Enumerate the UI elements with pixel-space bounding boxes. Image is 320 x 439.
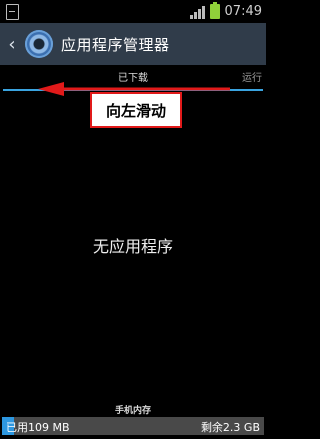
swipe-hint-text: 向左滑动 xyxy=(105,101,166,120)
storage-free-text: 剩余2.3 GB xyxy=(200,421,260,434)
storage-bar: 已用109 MB 剩余2.3 GB xyxy=(2,417,264,435)
status-bar-right: 07:49 xyxy=(189,2,262,21)
gear-icon[interactable] xyxy=(25,30,53,58)
signal-icon xyxy=(189,5,206,19)
action-bar: ‹ 应用程序管理器 xyxy=(0,23,266,65)
storage-label: 手机内存 xyxy=(114,406,151,416)
status-time: 07:49 xyxy=(224,4,262,19)
sd-card-icon xyxy=(6,4,19,20)
empty-message: 无应用程序 xyxy=(92,237,173,256)
swipe-hint-callout: 向左滑动 xyxy=(90,92,182,128)
battery-icon xyxy=(209,2,220,19)
status-bar: 07:49 xyxy=(0,0,266,23)
storage-used-text: 已用109 MB xyxy=(6,421,70,434)
page-title: 应用程序管理器 xyxy=(61,35,170,54)
chevron-left-icon[interactable]: ‹ xyxy=(3,34,21,55)
